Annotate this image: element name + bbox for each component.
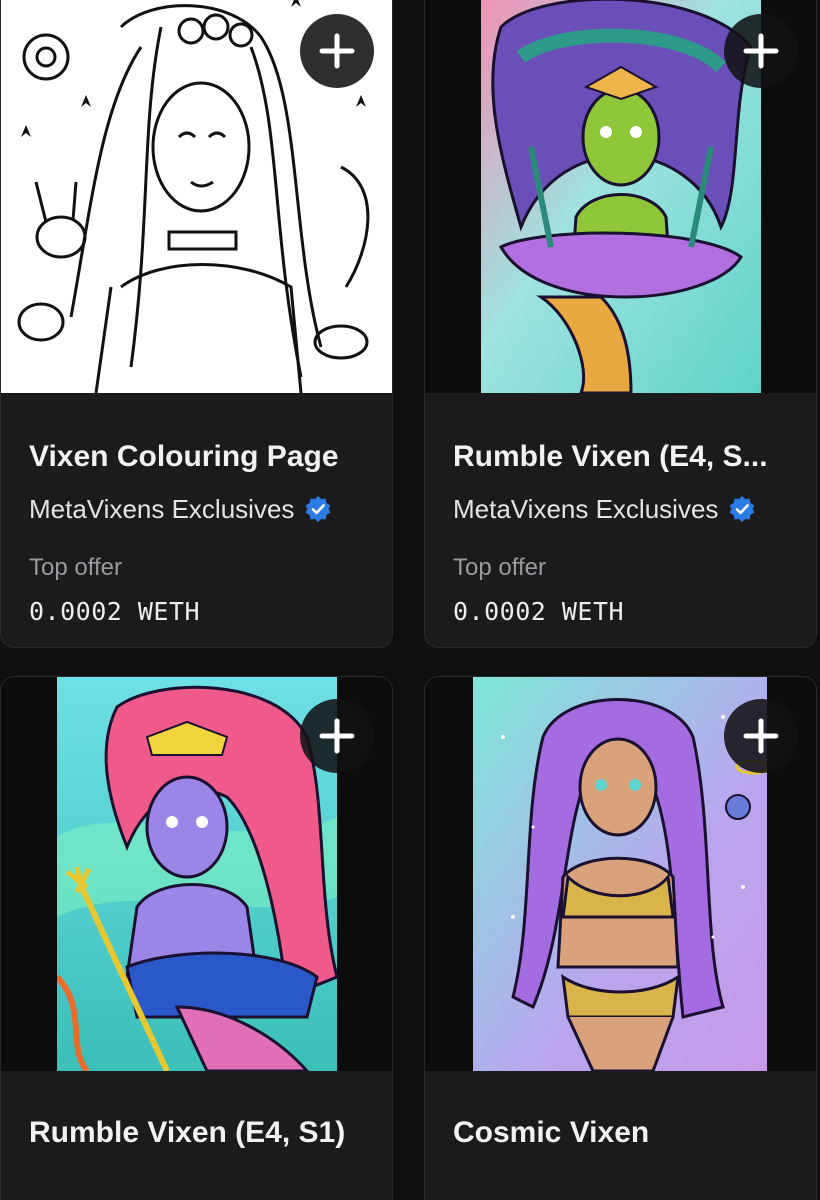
nft-info: Cosmic Vixen xyxy=(425,1115,816,1151)
nft-artwork-image xyxy=(473,677,767,1071)
nft-title[interactable]: Rumble Vixen (E4, S1) xyxy=(29,1115,364,1151)
nft-media[interactable] xyxy=(425,0,816,393)
plus-icon xyxy=(319,718,355,754)
nft-grid: Vixen Colouring Page MetaVixens Exclusiv… xyxy=(0,0,820,1200)
nft-card[interactable]: Vixen Colouring Page MetaVixens Exclusiv… xyxy=(0,0,393,648)
verified-badge-icon xyxy=(305,496,331,522)
add-to-cart-button[interactable] xyxy=(300,699,374,773)
nft-info: Vixen Colouring Page MetaVixens Exclusiv… xyxy=(1,439,392,626)
nft-artwork-image xyxy=(481,0,761,393)
nft-card[interactable]: Rumble Vixen (E4, S1) xyxy=(0,676,393,1200)
nft-artwork-image xyxy=(57,677,337,1071)
nft-info: Rumble Vixen (E4, S... MetaVixens Exclus… xyxy=(425,439,816,626)
nft-info: Rumble Vixen (E4, S1) xyxy=(1,1115,392,1151)
top-offer-label: Top offer xyxy=(29,554,122,581)
collection-name-row[interactable]: MetaVixens Exclusives xyxy=(453,493,788,525)
collection-name-row[interactable]: MetaVixens Exclusives xyxy=(29,493,364,525)
nft-title[interactable]: Rumble Vixen (E4, S... xyxy=(453,439,788,475)
nft-media[interactable] xyxy=(1,677,392,1071)
top-offer-value: 0.0002 WETH xyxy=(453,597,625,626)
collection-name[interactable]: MetaVixens Exclusives xyxy=(453,493,718,525)
top-offer-label: Top offer xyxy=(453,554,546,581)
plus-icon xyxy=(319,33,355,69)
add-to-cart-button[interactable] xyxy=(724,14,798,88)
verified-badge-icon xyxy=(729,496,755,522)
collection-name[interactable]: MetaVixens Exclusives xyxy=(29,493,294,525)
top-offer-value: 0.0002 WETH xyxy=(29,597,201,626)
nft-card[interactable]: Cosmic Vixen xyxy=(424,676,817,1200)
nft-card[interactable]: Rumble Vixen (E4, S... MetaVixens Exclus… xyxy=(424,0,817,648)
plus-icon xyxy=(743,33,779,69)
add-to-cart-button[interactable] xyxy=(300,14,374,88)
nft-title[interactable]: Cosmic Vixen xyxy=(453,1115,788,1151)
add-to-cart-button[interactable] xyxy=(724,699,798,773)
nft-media[interactable] xyxy=(425,677,816,1071)
nft-media[interactable] xyxy=(1,0,392,393)
nft-title[interactable]: Vixen Colouring Page xyxy=(29,439,364,475)
plus-icon xyxy=(743,718,779,754)
